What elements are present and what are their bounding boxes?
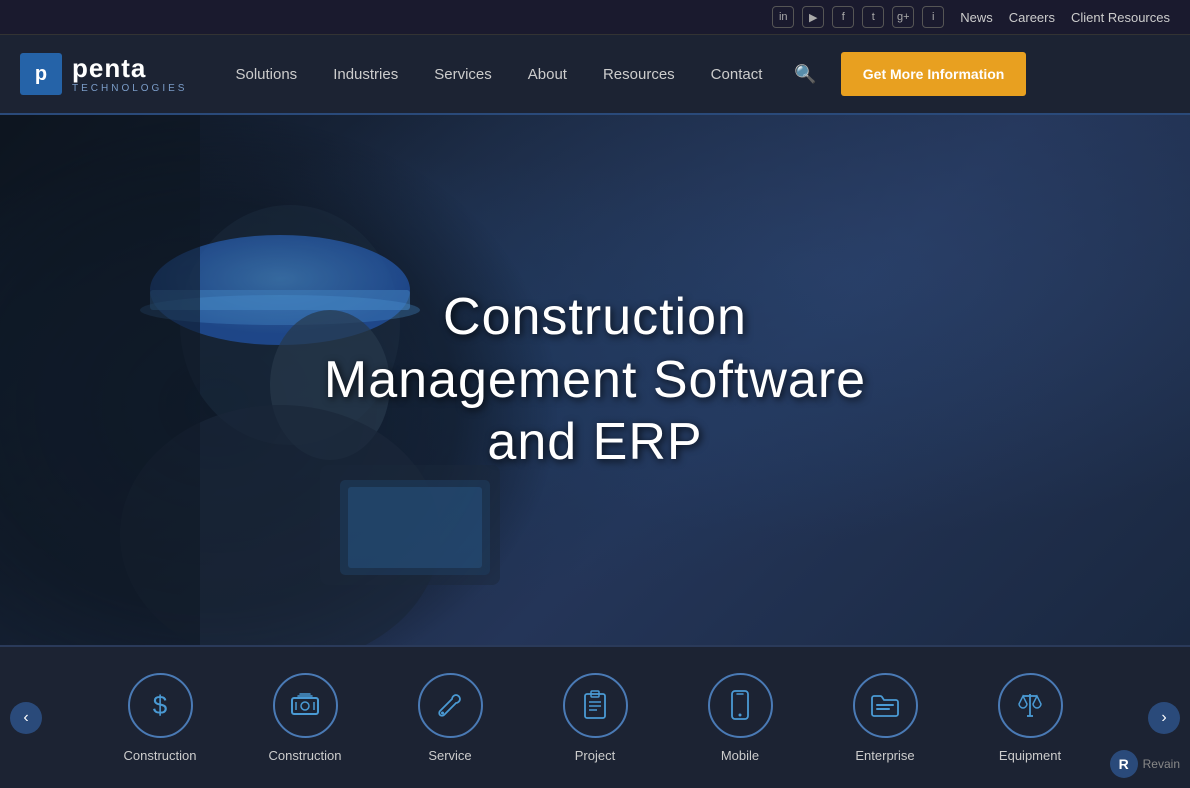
logo-area[interactable]: p penta TECHNOLOGIES <box>20 53 187 95</box>
nav-solutions[interactable]: Solutions <box>217 38 315 111</box>
hero-title-line1: Construction <box>443 288 747 346</box>
top-bar-links: News Careers Client Resources <box>960 10 1170 25</box>
carousel-prev-button[interactable]: ‹ <box>10 702 42 734</box>
hero-section: Construction Management Software and ERP <box>0 115 1190 645</box>
clipboard-icon <box>563 673 628 738</box>
other-social-icon[interactable]: i <box>922 6 944 28</box>
mobile-icon <box>708 673 773 738</box>
list-item[interactable]: Construction <box>233 658 378 778</box>
item-label-equipment: Equipment <box>999 748 1061 763</box>
hero-title-line3: and ERP <box>487 413 702 471</box>
nav-industries[interactable]: Industries <box>315 38 416 111</box>
item-label-construction1: Construction <box>124 748 197 763</box>
list-item[interactable]: Enterprise <box>813 658 958 778</box>
linkedin-icon[interactable]: in <box>772 6 794 28</box>
money-icon <box>273 673 338 738</box>
nav-about[interactable]: About <box>510 38 585 111</box>
dollar-icon: $ <box>128 673 193 738</box>
list-item[interactable]: $ Construction <box>88 658 233 778</box>
revain-label: Revain <box>1143 757 1180 771</box>
item-label-project: Project <box>575 748 615 763</box>
youtube-icon[interactable]: ▶ <box>802 6 824 28</box>
logo-text: penta TECHNOLOGIES <box>72 54 187 94</box>
scale-icon <box>998 673 1063 738</box>
careers-link[interactable]: Careers <box>1009 10 1055 25</box>
logo-brand: penta <box>72 54 187 83</box>
bottom-strip: ‹ $ Construction Construction Service <box>0 645 1190 788</box>
cta-button[interactable]: Get More Information <box>841 52 1027 96</box>
revain-logo: R <box>1110 750 1138 778</box>
carousel-next-button[interactable]: › <box>1148 702 1180 734</box>
revain-badge: R Revain <box>1110 750 1180 778</box>
hero-title: Construction Management Software and ERP <box>324 286 866 473</box>
list-item[interactable]: Service <box>378 658 523 778</box>
googleplus-icon[interactable]: g+ <box>892 6 914 28</box>
item-label-mobile: Mobile <box>721 748 759 763</box>
hero-title-line2: Management Software <box>324 351 866 409</box>
news-link[interactable]: News <box>960 10 993 25</box>
twitter-icon[interactable]: t <box>862 6 884 28</box>
social-icons-group: in ▶ f t g+ i <box>772 6 944 28</box>
wrench-icon <box>418 673 483 738</box>
hero-content: Construction Management Software and ERP <box>324 286 866 473</box>
folder-icon <box>853 673 918 738</box>
nav-contact[interactable]: Contact <box>693 38 781 111</box>
list-item[interactable]: Project <box>523 658 668 778</box>
facebook-icon[interactable]: f <box>832 6 854 28</box>
item-label-enterprise: Enterprise <box>855 748 914 763</box>
header: p penta TECHNOLOGIES Solutions Industrie… <box>0 35 1190 115</box>
search-icon[interactable]: 🔍 <box>780 36 830 113</box>
nav-resources[interactable]: Resources <box>585 38 693 111</box>
logo-sub: TECHNOLOGIES <box>72 83 187 94</box>
main-nav: Solutions Industries Services About Reso… <box>217 36 1170 113</box>
top-bar: in ▶ f t g+ i News Careers Client Resour… <box>0 0 1190 35</box>
list-item[interactable]: Mobile <box>668 658 813 778</box>
logo-box: p <box>20 53 62 95</box>
nav-services[interactable]: Services <box>416 38 510 111</box>
list-item[interactable]: Equipment <box>958 658 1103 778</box>
item-label-construction2: Construction <box>269 748 342 763</box>
item-label-service: Service <box>428 748 471 763</box>
client-resources-link[interactable]: Client Resources <box>1071 10 1170 25</box>
logo-letter: p <box>35 63 47 86</box>
